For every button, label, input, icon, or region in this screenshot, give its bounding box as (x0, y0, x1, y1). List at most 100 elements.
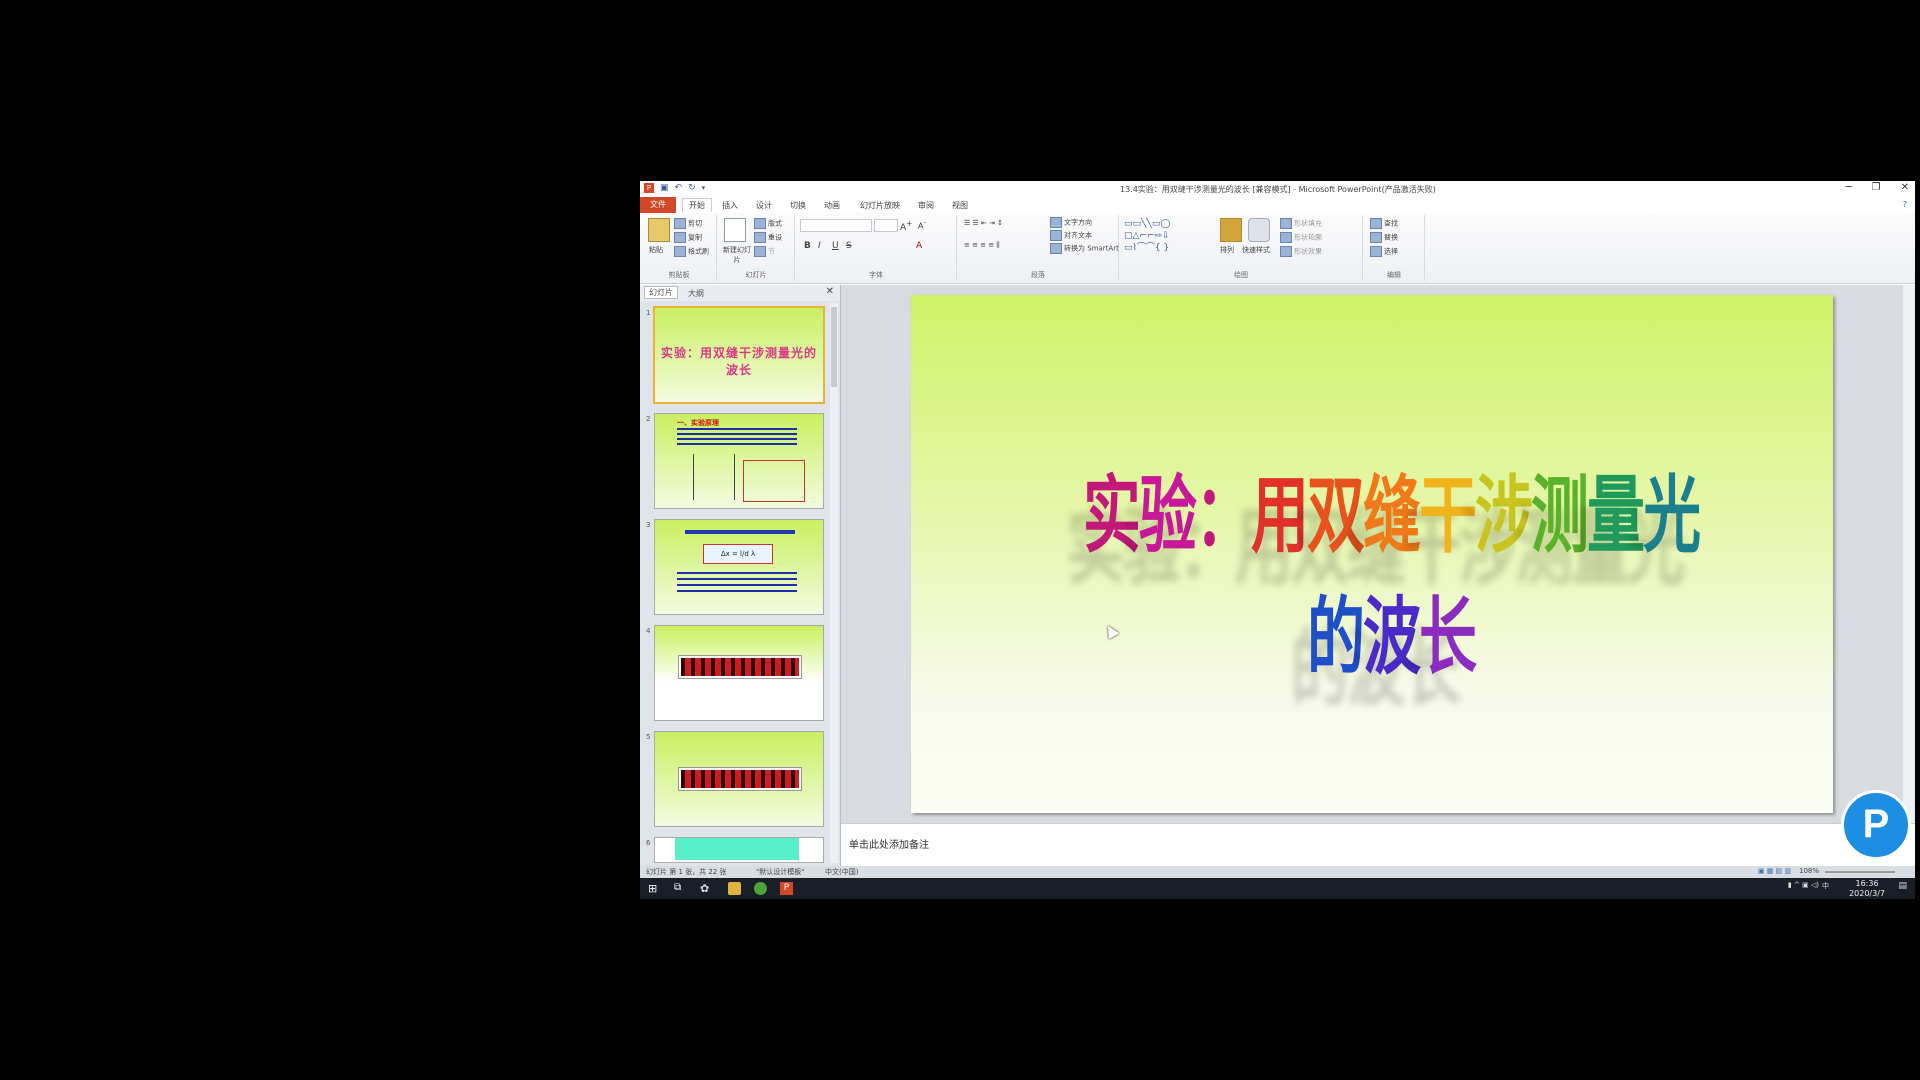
thumbnail-scrollbar[interactable] (830, 303, 838, 863)
redo-icon[interactable]: ↻ (688, 183, 696, 193)
undo-icon[interactable]: ↶ (675, 183, 683, 193)
grow-font-icon[interactable]: A+ (900, 219, 912, 233)
tab-review[interactable]: 审阅 (918, 200, 934, 211)
notification-icon[interactable]: ▤ (1898, 881, 1907, 891)
tab-design[interactable]: 设计 (756, 200, 772, 211)
shapes-gallery[interactable]: ▭▭╲╲▭◯ ▢△⌐⌐⇨⇩ ▭⌇⌒⌒{ } (1124, 218, 1204, 254)
zoom-slider[interactable] (1825, 871, 1895, 873)
editor-scrollbar[interactable] (1903, 285, 1915, 823)
drawing-group-label: 绘图 (1234, 271, 1248, 279)
thumbnail-scroll-thumb[interactable] (831, 307, 837, 387)
paste-button[interactable]: 粘贴 (649, 245, 663, 255)
bullets-icon[interactable]: ☰ ☰ ⇤ ⇥ ↕ (964, 219, 1003, 227)
window-controls: ─ ❐ ✕ (1846, 182, 1909, 193)
align-icons[interactable]: ≡ ≡ ≡ ≡ ⫼ (964, 241, 1000, 250)
bold-button[interactable]: B (804, 241, 811, 251)
layout-button[interactable]: 版式 (754, 218, 782, 229)
tab-outline[interactable]: 大纲 (688, 288, 704, 299)
slide-thumbnail-3[interactable]: 3 Δx = l/d λ (640, 517, 826, 617)
shape-fill-button[interactable]: 形状填充 (1280, 218, 1322, 229)
slide-thumbnail-5[interactable]: 5 (640, 729, 826, 829)
slide-title[interactable]: 实验：用双缝干涉测量光的波长 (1081, 447, 1701, 691)
notes-placeholder: 单击此处添加备注 (849, 840, 929, 851)
text-direction-button[interactable]: 文字方向 (1050, 217, 1092, 228)
quick-styles-icon[interactable] (1248, 218, 1270, 242)
slide-title-char: 实 (1082, 466, 1141, 565)
file-explorer-icon[interactable] (728, 882, 741, 895)
find-button[interactable]: 查找 (1370, 218, 1398, 229)
reset-button[interactable]: 重设 (754, 232, 782, 243)
slide-title-char: 长 (1419, 587, 1477, 687)
paste-icon[interactable] (648, 218, 670, 242)
slide-info: 幻灯片 第 1 张，共 22 张 (646, 868, 727, 876)
format-painter-button[interactable]: 格式刷 (674, 246, 709, 257)
cut-button[interactable]: 剪切 (674, 218, 702, 229)
thumbnail-body-text (677, 428, 797, 448)
font-size-dropdown[interactable] (874, 219, 898, 232)
strikethrough-button[interactable]: S (846, 241, 852, 251)
italic-button[interactable]: I (818, 241, 821, 251)
ribbon: 粘贴 剪切 复制 格式刷 剪贴板 新建幻灯片 版式 重设 节 幻灯片 A+ A-… (640, 213, 1915, 284)
thumbnail-image (654, 731, 824, 827)
close-pane-icon[interactable]: ✕ (826, 286, 834, 297)
new-slide-icon[interactable] (724, 218, 746, 242)
powerpoint-app-icon[interactable]: P (644, 183, 654, 193)
ime-indicator[interactable]: 中 (1822, 881, 1829, 891)
layout-icon (754, 218, 766, 229)
shape-effects-button[interactable]: 形状效果 (1280, 246, 1322, 257)
notes-pane[interactable]: 单击此处添加备注 (841, 823, 1915, 867)
close-button[interactable]: ✕ (1901, 182, 1909, 193)
shape-outline-button[interactable]: 形状轮廓 (1280, 232, 1322, 243)
slide-thumbnail-4[interactable]: 4 (640, 623, 826, 723)
tab-home[interactable]: 开始 (682, 198, 712, 212)
slide-title-char: 双 (1306, 466, 1365, 565)
customize-qat-icon[interactable]: ▾ (702, 184, 706, 192)
slide-number: 3 (646, 521, 651, 529)
task-view-icon[interactable]: ⧉ (674, 882, 687, 895)
tab-insert[interactable]: 插入 (722, 200, 738, 211)
replace-button[interactable]: 替换 (1370, 232, 1398, 243)
window-title: 13.4实验：用双缝干涉测量光的波长 [兼容模式] - Microsoft Po… (1120, 185, 1436, 194)
section-button[interactable]: 节 (754, 246, 775, 257)
copy-button[interactable]: 复制 (674, 232, 702, 243)
zoom-level[interactable]: 108% (1799, 867, 1819, 875)
align-text-button[interactable]: 对齐文本 (1050, 230, 1092, 241)
new-slide-button[interactable]: 新建幻灯片 (722, 245, 752, 265)
slide-number: 5 (646, 733, 651, 741)
tab-file[interactable]: 文件 (640, 197, 676, 213)
restore-button[interactable]: ❐ (1872, 182, 1881, 193)
app-icon[interactable]: ✿ (700, 882, 713, 895)
slide-title-char: 光 (1643, 466, 1701, 565)
view-buttons[interactable]: ▣ ▦ ▤ ▥ (1758, 867, 1791, 875)
underline-button[interactable]: U (832, 241, 839, 251)
slide-number: 2 (646, 415, 651, 423)
tab-slides[interactable]: 幻灯片 (644, 286, 678, 299)
thumbnail-fringe-pattern (678, 655, 802, 679)
slide-thumbnail-1[interactable]: 1 实验：用双缝干涉测量光的波长 (640, 305, 826, 405)
tab-view[interactable]: 视图 (952, 200, 968, 211)
smartart-button[interactable]: 转换为 SmartArt (1050, 243, 1119, 254)
quick-styles-button[interactable]: 快速样式 (1242, 245, 1270, 255)
help-icon[interactable]: ? (1903, 200, 1907, 209)
shrink-font-icon[interactable]: A- (918, 219, 926, 231)
arrange-icon[interactable] (1220, 218, 1242, 242)
system-tray-icons[interactable]: ▮ ^ ▣ ◁) (1788, 881, 1819, 889)
slides-pane: 幻灯片 大纲 ✕ 1 实验：用双缝干涉测量光的波长 2 一、实验原理 3 Δx … (640, 285, 841, 866)
clock[interactable]: 16:36 2020/3/7 (1849, 879, 1885, 899)
minimize-button[interactable]: ─ (1846, 182, 1852, 193)
select-button[interactable]: 选择 (1370, 246, 1398, 257)
tab-slideshow[interactable]: 幻灯片放映 (860, 200, 900, 211)
save-icon[interactable]: ▣ (660, 183, 669, 193)
tab-animations[interactable]: 动画 (824, 200, 840, 211)
windows-start-icon[interactable]: ⊞ (648, 882, 661, 895)
font-color-button[interactable]: A (916, 241, 922, 251)
clipboard-group: 粘贴 剪切 复制 格式刷 剪贴板 (642, 215, 717, 281)
powerpoint-taskbar-icon[interactable]: P (780, 882, 793, 895)
clipboard-group-label: 剪贴板 (668, 271, 690, 279)
tab-transitions[interactable]: 切换 (790, 200, 806, 211)
arrange-button[interactable]: 排列 (1220, 245, 1234, 255)
slide-thumbnail-2[interactable]: 2 一、实验原理 (640, 411, 826, 511)
font-family-dropdown[interactable] (800, 219, 872, 232)
browser-icon[interactable] (754, 882, 767, 895)
slide-canvas[interactable]: 实验：用双缝干涉测量光的波长 (911, 295, 1833, 813)
